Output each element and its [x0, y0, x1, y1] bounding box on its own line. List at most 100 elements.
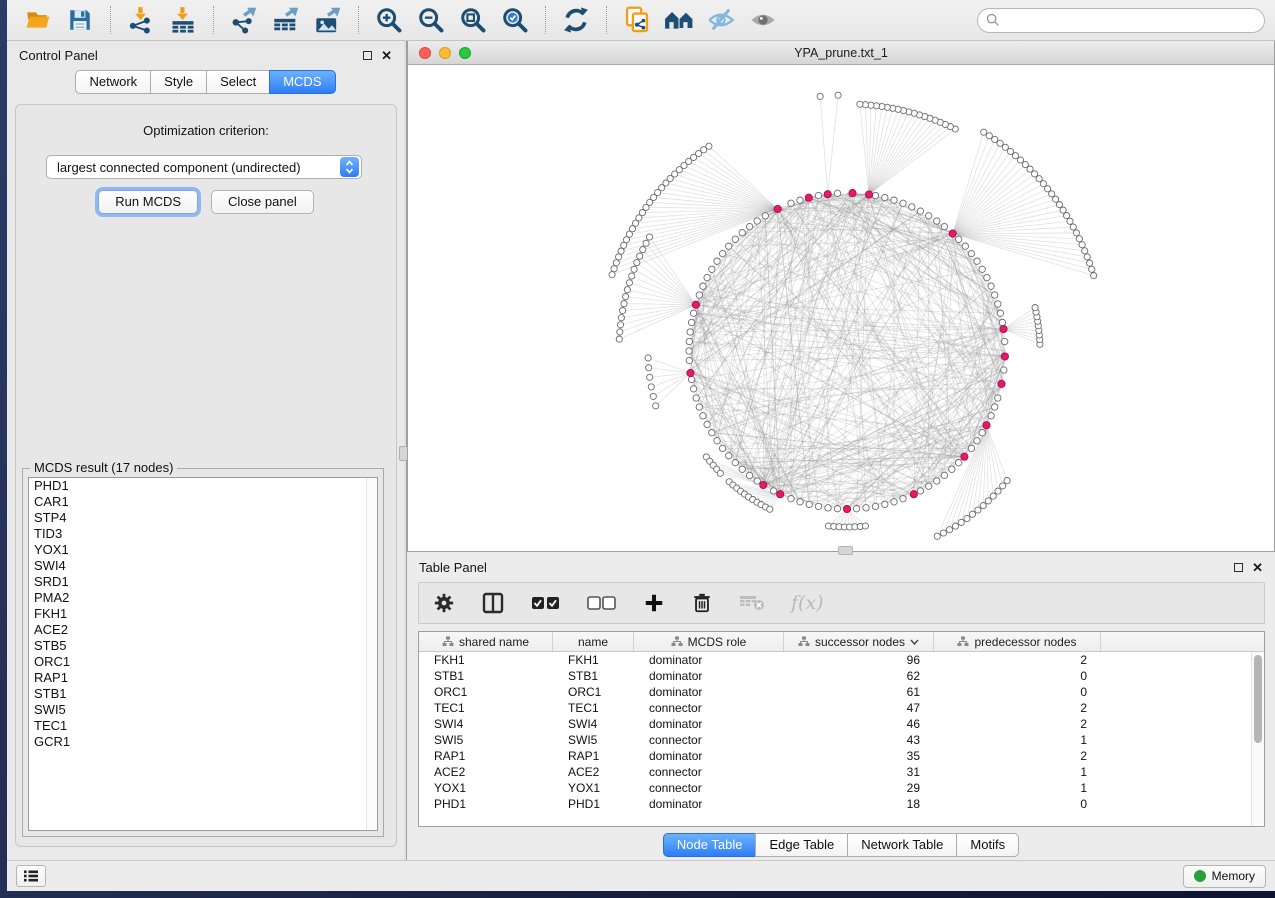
- cell-predecessor-nodes[interactable]: 0: [934, 797, 1101, 811]
- mcds-result-item[interactable]: TEC1: [29, 718, 377, 734]
- mcds-node[interactable]: [865, 191, 872, 198]
- network-node[interactable]: [968, 445, 974, 451]
- network-node[interactable]: [872, 192, 878, 198]
- network-node[interactable]: [696, 404, 702, 410]
- tab-network[interactable]: Network: [75, 70, 151, 94]
- table-row[interactable]: SWI4SWI4dominator462: [419, 716, 1251, 732]
- network-node[interactable]: [646, 365, 652, 371]
- network-node[interactable]: [620, 308, 626, 314]
- cell-MCDS-role[interactable]: connector: [634, 701, 784, 715]
- mcds-node[interactable]: [805, 194, 812, 201]
- network-node[interactable]: [613, 260, 619, 266]
- cell-successor-nodes[interactable]: 62: [784, 669, 934, 683]
- cell-shared-name[interactable]: TEC1: [419, 701, 553, 715]
- network-node[interactable]: [891, 499, 897, 505]
- network-node[interactable]: [1002, 338, 1008, 344]
- mcds-result-item[interactable]: YOX1: [29, 542, 377, 558]
- cell-name[interactable]: RAP1: [553, 749, 634, 763]
- cell-shared-name[interactable]: ACE2: [419, 765, 553, 779]
- mcds-result-item[interactable]: RAP1: [29, 670, 377, 686]
- network-node[interactable]: [637, 253, 643, 259]
- mcds-node[interactable]: [998, 380, 1005, 387]
- deselect-all-columns-button[interactable]: [587, 595, 617, 611]
- network-node[interactable]: [700, 283, 706, 289]
- network-node[interactable]: [1060, 207, 1066, 213]
- column-header-shared-name[interactable]: shared name: [419, 632, 553, 651]
- network-node[interactable]: [958, 519, 964, 525]
- cell-name[interactable]: SWI5: [553, 733, 634, 747]
- mcds-result-item[interactable]: GCR1: [29, 734, 377, 750]
- network-node[interactable]: [621, 242, 627, 248]
- network-node[interactable]: [926, 213, 932, 219]
- search-field[interactable]: [977, 8, 1265, 33]
- zoom-selected-button[interactable]: [494, 3, 536, 37]
- mcds-node[interactable]: [824, 191, 831, 198]
- network-node[interactable]: [863, 505, 869, 511]
- float-panel-icon[interactable]: [363, 51, 372, 60]
- network-node[interactable]: [964, 515, 970, 521]
- add-column-button[interactable]: [643, 592, 665, 614]
- table-tab-edge-table[interactable]: Edge Table: [755, 833, 848, 857]
- network-node[interactable]: [645, 355, 651, 361]
- mcds-node[interactable]: [1000, 325, 1007, 332]
- network-node[interactable]: [770, 488, 776, 494]
- mcds-node[interactable]: [983, 422, 990, 429]
- network-node[interactable]: [687, 329, 693, 335]
- network-node[interactable]: [974, 258, 980, 264]
- table-scrollbar[interactable]: [1251, 652, 1264, 826]
- network-window-titlebar[interactable]: YPA_prune.txt_1: [408, 41, 1274, 65]
- network-node[interactable]: [617, 329, 623, 335]
- cell-shared-name[interactable]: ORC1: [419, 685, 553, 699]
- network-node[interactable]: [1082, 248, 1088, 254]
- table-row[interactable]: PHD1PHD1dominator180: [419, 796, 1251, 812]
- cell-shared-name[interactable]: STB1: [419, 669, 553, 683]
- network-node[interactable]: [709, 266, 715, 272]
- network-node[interactable]: [940, 530, 946, 536]
- zoom-fit-button[interactable]: [452, 3, 494, 37]
- mcds-node[interactable]: [760, 481, 767, 488]
- network-node[interactable]: [934, 478, 940, 484]
- network-node[interactable]: [623, 294, 629, 300]
- mcds-result-item[interactable]: TID3: [29, 526, 377, 542]
- network-node[interactable]: [862, 523, 868, 529]
- network-node[interactable]: [857, 101, 863, 107]
- network-node[interactable]: [882, 194, 888, 200]
- network-node[interactable]: [952, 523, 958, 529]
- network-node[interactable]: [900, 496, 906, 502]
- network-node[interactable]: [1091, 273, 1097, 279]
- export-table-button[interactable]: [265, 3, 307, 37]
- network-node[interactable]: [616, 254, 622, 260]
- zoom-in-button[interactable]: [368, 3, 410, 37]
- network-node[interactable]: [1000, 483, 1006, 489]
- memory-button[interactable]: Memory: [1183, 865, 1266, 888]
- network-node[interactable]: [688, 319, 694, 325]
- network-node[interactable]: [611, 266, 617, 272]
- network-node[interactable]: [941, 472, 947, 478]
- network-node[interactable]: [643, 240, 649, 246]
- network-node[interactable]: [629, 273, 635, 279]
- network-node[interactable]: [714, 258, 720, 264]
- mcds-node[interactable]: [961, 453, 968, 460]
- network-node[interactable]: [988, 283, 994, 289]
- zoom-out-button[interactable]: [410, 3, 452, 37]
- import-network-button[interactable]: [120, 3, 162, 37]
- optimization-dropdown[interactable]: largest connected component (undirected): [46, 155, 362, 179]
- cell-shared-name[interactable]: FKH1: [419, 653, 553, 667]
- network-node[interactable]: [1076, 236, 1082, 242]
- mcds-result-item[interactable]: STP4: [29, 510, 377, 526]
- table-row[interactable]: FKH1FKH1dominator962: [419, 652, 1251, 668]
- cell-MCDS-role[interactable]: dominator: [634, 749, 784, 763]
- network-node[interactable]: [974, 438, 980, 444]
- cell-MCDS-role[interactable]: connector: [634, 765, 784, 779]
- network-node[interactable]: [1087, 260, 1093, 266]
- table-row[interactable]: ACE2ACE2connector311: [419, 764, 1251, 780]
- network-node[interactable]: [975, 507, 981, 513]
- network-node[interactable]: [624, 287, 630, 293]
- cell-predecessor-nodes[interactable]: 2: [934, 701, 1101, 715]
- mcds-node[interactable]: [777, 491, 784, 498]
- network-node[interactable]: [704, 274, 710, 280]
- mcds-result-item[interactable]: SWI5: [29, 702, 377, 718]
- network-node[interactable]: [1064, 213, 1070, 219]
- mcds-result-list[interactable]: PHD1CAR1STP4TID3YOX1SWI4SRD1PMA2FKH1ACE2…: [28, 477, 378, 831]
- cell-successor-nodes[interactable]: 61: [784, 685, 934, 699]
